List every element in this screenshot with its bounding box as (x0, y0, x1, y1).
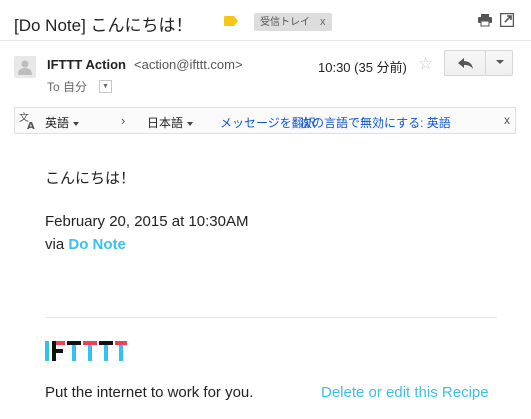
more-actions-button[interactable] (485, 50, 513, 76)
sender-email: <action@ifttt.com> (134, 57, 243, 72)
message-greeting: こんにちは！ (45, 170, 136, 187)
avatar (14, 56, 36, 78)
ifttt-logo[interactable] (45, 341, 127, 361)
disable-translation-link[interactable]: 次の言語で無効にする: 英語 (300, 114, 451, 131)
chevron-right-icon: › (121, 113, 126, 128)
caret-down-icon (73, 121, 80, 126)
label-tag-icon[interactable] (224, 16, 238, 26)
svg-text:A: A (27, 121, 35, 131)
star-icon[interactable]: ☆ (418, 55, 433, 72)
inbox-label-text: 受信トレイ (260, 17, 310, 28)
delete-edit-recipe-link[interactable]: Delete or edit this Recipe (321, 384, 489, 401)
target-language-select[interactable]: 日本語 (147, 114, 194, 131)
source-language-label: 英語 (45, 116, 70, 130)
via-prefix: via (45, 236, 65, 253)
body-divider (45, 317, 497, 318)
reply-button[interactable] (444, 50, 486, 76)
close-translate-bar-button[interactable]: x (504, 113, 510, 127)
person-icon (18, 60, 32, 75)
message-date-line: February 20, 2015 at 10:30AM (45, 213, 249, 230)
ifttt-tagline: Put the internet to work for you. (45, 384, 254, 401)
recipient-label: To 自分 (47, 80, 88, 94)
target-language-label: 日本語 (147, 116, 184, 130)
print-icon[interactable] (478, 13, 492, 27)
new-window-icon[interactable] (500, 13, 514, 27)
header-divider (0, 40, 531, 41)
remove-label-button[interactable]: x (320, 16, 326, 28)
do-note-link[interactable]: Do Note (68, 236, 126, 253)
inbox-label-chip: 受信トレイ x (254, 13, 332, 31)
message-timestamp: 10:30 (35 分前) (318, 60, 407, 75)
via-line: via Do Note (45, 236, 126, 253)
chevron-down-icon (496, 60, 504, 64)
recipient-details-dropdown[interactable]: ▼ (99, 80, 112, 93)
sender-name[interactable]: IFTTT Action (47, 57, 126, 72)
reply-icon (458, 58, 473, 69)
source-language-select[interactable]: 英語 (45, 114, 80, 131)
email-subject: [Do Note] こんにちは！ (14, 16, 193, 35)
caret-down-icon (187, 121, 194, 126)
translate-icon: 文 A (19, 111, 35, 131)
